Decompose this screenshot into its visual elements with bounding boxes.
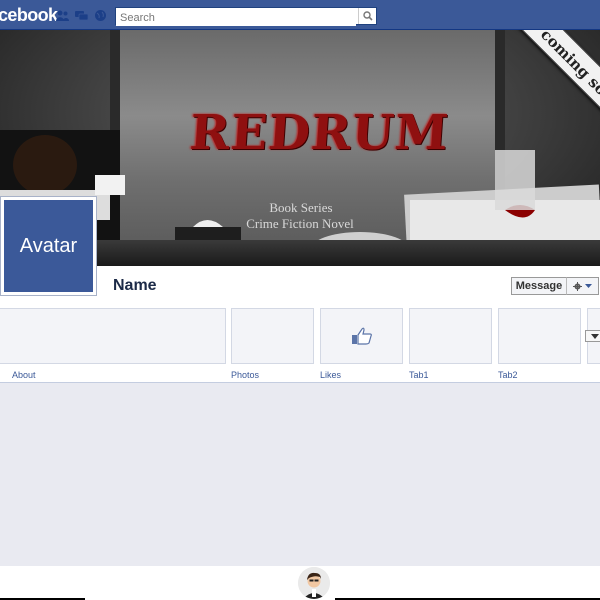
friend-requests-icon[interactable] (55, 9, 70, 22)
more-tabs-button[interactable] (585, 330, 600, 342)
likes-tab-box[interactable] (320, 308, 403, 364)
tab2-box[interactable] (498, 308, 581, 364)
coming-soon-ribbon: coming soo (503, 30, 600, 140)
tab-tab1[interactable]: Tab1 (409, 370, 429, 380)
chevron-down-icon (591, 333, 599, 339)
notification-jewels (55, 9, 108, 22)
profile-avatar[interactable]: Avatar (0, 196, 97, 296)
gear-icon (573, 281, 582, 291)
chevron-down-icon (585, 283, 592, 288)
photos-tab-box[interactable] (231, 308, 314, 364)
notifications-globe-icon[interactable] (93, 9, 108, 22)
search-button[interactable] (358, 8, 376, 24)
cover-title: REDRUM (188, 105, 451, 161)
tab-likes[interactable]: Likes (320, 370, 341, 380)
profile-name[interactable]: Name (113, 277, 157, 295)
tab-about[interactable]: About (12, 370, 36, 380)
about-box[interactable] (0, 308, 226, 364)
tab-tab2[interactable]: Tab2 (498, 370, 518, 380)
tab1-box[interactable] (409, 308, 492, 364)
tab-photos[interactable]: Photos (231, 370, 259, 380)
facebook-logo[interactable]: cebook (0, 5, 58, 26)
author-avatar-icon (298, 567, 330, 599)
search-input[interactable] (116, 10, 356, 26)
message-button[interactable]: Message (511, 277, 567, 295)
magnifier-icon (362, 11, 373, 21)
top-navigation-bar: cebook (0, 0, 600, 30)
search-bar (115, 7, 377, 26)
avatar-label: Avatar (4, 200, 93, 292)
thumbs-up-icon (351, 327, 372, 345)
settings-dropdown-button[interactable] (566, 277, 599, 295)
messages-icon[interactable] (74, 9, 89, 22)
